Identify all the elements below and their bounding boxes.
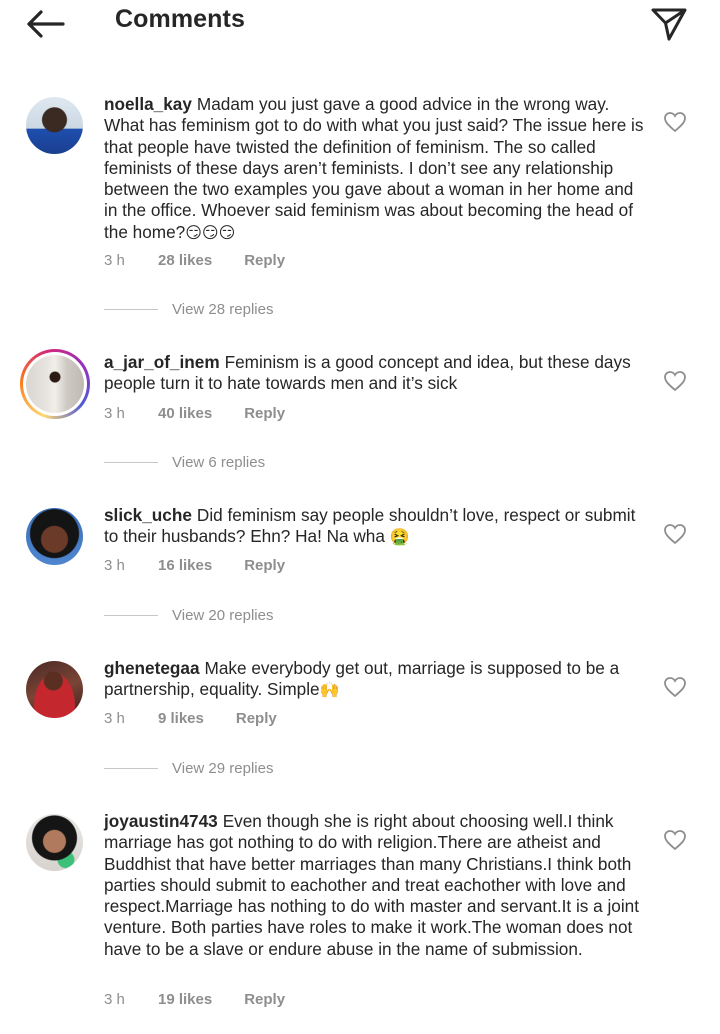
comment-emoji: 😏😏😏 <box>185 222 236 242</box>
likes-count[interactable]: 40 likes <box>158 405 212 422</box>
comment-body: Madam you just gave a good advice in the… <box>104 94 644 242</box>
avatar[interactable] <box>26 508 83 565</box>
comment-text: a_jar_of_inem Feminism is a good concept … <box>104 352 644 395</box>
like-button[interactable] <box>663 370 687 392</box>
comment-emoji: 🙌 <box>319 680 340 700</box>
avatar-story-ring <box>23 352 87 416</box>
comment-time: 3 h <box>104 252 125 269</box>
avatar[interactable] <box>20 349 90 419</box>
comment-username[interactable]: ghenetegaa <box>104 658 200 678</box>
avatar-image <box>26 355 84 413</box>
likes-count[interactable]: 19 likes <box>158 991 212 1008</box>
replies-divider <box>104 768 158 769</box>
view-replies-button[interactable]: View 20 replies <box>104 607 273 624</box>
comment-text: slick_uche Did feminism say people should… <box>104 505 644 548</box>
heart-icon <box>664 112 686 133</box>
avatar[interactable] <box>26 814 83 871</box>
view-replies-label: View 6 replies <box>172 454 266 471</box>
comment-time: 3 h <box>104 405 125 422</box>
reply-button[interactable]: Reply <box>244 405 285 422</box>
view-replies-button[interactable]: View 29 replies <box>104 760 273 777</box>
reply-button[interactable]: Reply <box>244 557 285 574</box>
comment-meta: 3 h 40 likes Reply <box>104 405 285 422</box>
view-replies-label: View 29 replies <box>172 760 274 777</box>
likes-count[interactable]: 16 likes <box>158 557 212 574</box>
comment-username[interactable]: slick_uche <box>104 505 192 525</box>
heart-icon <box>664 524 686 545</box>
comment-time: 3 h <box>104 991 125 1008</box>
paper-plane-icon <box>651 8 687 41</box>
reply-button[interactable]: Reply <box>244 991 285 1008</box>
comment-username[interactable]: noella_kay <box>104 94 192 114</box>
header: Comments <box>0 0 720 48</box>
comment-time: 3 h <box>104 557 125 574</box>
arrow-left-icon <box>27 10 65 38</box>
heart-icon <box>664 371 686 392</box>
like-button[interactable] <box>663 829 687 851</box>
view-replies-button[interactable]: View 6 replies <box>104 454 265 471</box>
comment-username[interactable]: a_jar_of_inem <box>104 352 220 372</box>
like-button[interactable] <box>663 676 687 698</box>
reply-button[interactable]: Reply <box>236 710 277 727</box>
likes-count[interactable]: 9 likes <box>158 710 204 727</box>
heart-icon <box>664 830 686 851</box>
replies-divider <box>104 615 158 616</box>
view-replies-label: View 20 replies <box>172 607 274 624</box>
comment-meta: 3 h 16 likes Reply <box>104 557 285 574</box>
comment-time: 3 h <box>104 710 125 727</box>
replies-divider <box>104 309 158 310</box>
comment-meta: 3 h 19 likes Reply <box>104 991 285 1008</box>
comment-text: joyaustin4743 Even though she is right ab… <box>104 811 644 960</box>
comment-meta: 3 h 9 likes Reply <box>104 710 277 727</box>
like-button[interactable] <box>663 111 687 133</box>
view-replies-label: View 28 replies <box>172 301 274 318</box>
comment-body: Even though she is right about choosing … <box>104 811 639 959</box>
avatar[interactable] <box>26 661 83 718</box>
share-button[interactable] <box>647 4 691 44</box>
comment-text: ghenetegaa Make everybody get out, marria… <box>104 658 644 701</box>
comment-username[interactable]: joyaustin4743 <box>104 811 218 831</box>
avatar[interactable] <box>26 97 83 154</box>
likes-count[interactable]: 28 likes <box>158 252 212 269</box>
replies-divider <box>104 462 158 463</box>
comment-emoji: 🤮 <box>389 527 410 547</box>
comment-text: noella_kay Madam you just gave a good adv… <box>104 94 644 243</box>
back-button[interactable] <box>22 6 68 42</box>
heart-icon <box>664 677 686 698</box>
comment-meta: 3 h 28 likes Reply <box>104 252 285 269</box>
like-button[interactable] <box>663 523 687 545</box>
reply-button[interactable]: Reply <box>244 252 285 269</box>
view-replies-button[interactable]: View 28 replies <box>104 301 273 318</box>
page-title: Comments <box>115 5 245 33</box>
